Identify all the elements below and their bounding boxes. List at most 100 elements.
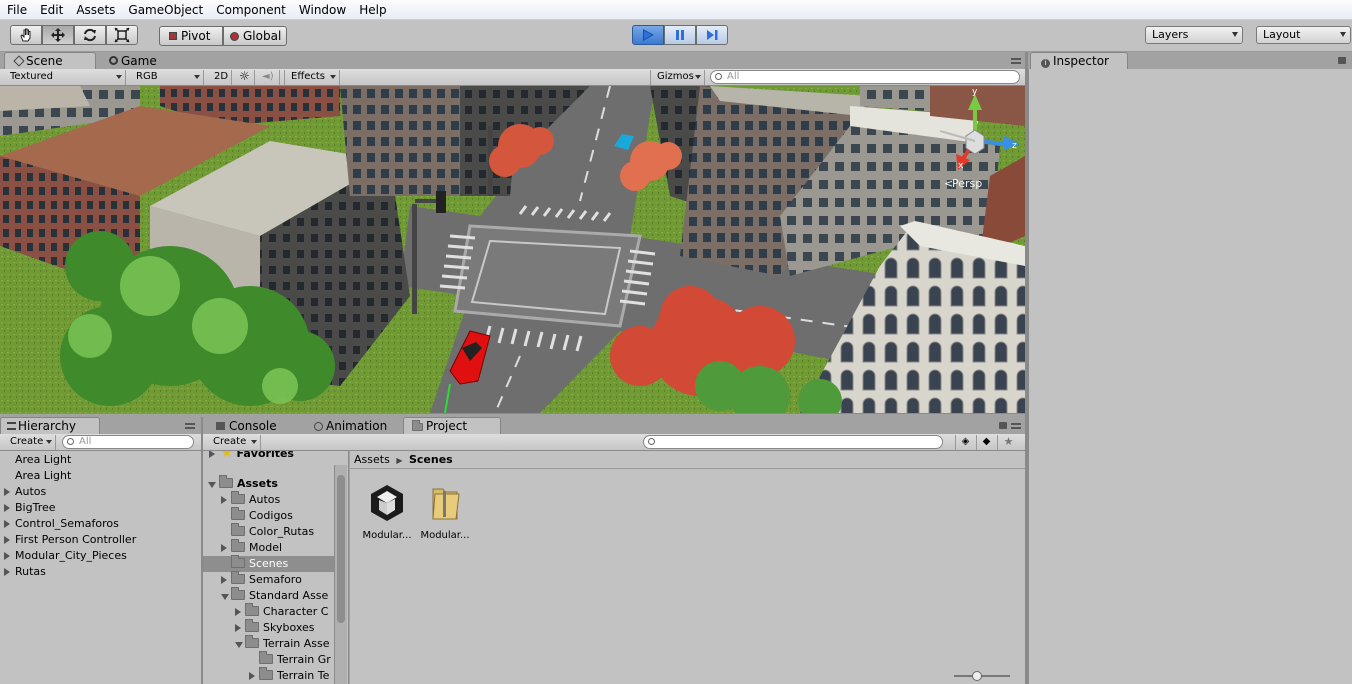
render-mode-dropdown[interactable]: RGB [130,70,204,85]
effects-dropdown[interactable]: Effects [284,70,340,85]
expand-arrow-icon[interactable] [4,552,10,560]
tab-game[interactable]: Game [98,52,190,69]
panel-divider[interactable] [0,413,1025,417]
scene-search-input[interactable]: All [710,70,1020,84]
lock-icon[interactable] [999,422,1007,429]
menu-gameobject[interactable]: GameObject [121,0,209,19]
tab-scene[interactable]: Scene [4,52,96,69]
hierarchy-control-strip: Create All [0,434,201,451]
expand-arrow-icon[interactable] [4,536,10,544]
project-tree-item[interactable]: Standard Asse [203,587,348,604]
layers-dropdown[interactable]: Layers [1145,26,1243,44]
project-tree-label: Model [249,541,283,554]
project-search-input[interactable] [643,435,943,449]
tab-hierarchy[interactable]: Hierarchy [0,417,100,434]
star-icon[interactable]: ★ [997,435,1019,450]
slider-thumb[interactable] [972,671,982,681]
expand-arrow-icon[interactable] [235,642,243,648]
project-tree-item[interactable]: Scenes [203,555,334,572]
favorites-row[interactable]: ★ Favorites [203,451,348,462]
rotate-tool-button[interactable] [74,25,106,45]
pivot-toggle-button[interactable]: Pivot [159,26,223,46]
project-tree-item[interactable]: Autos [203,491,348,508]
audio-toggle[interactable]: ◄) [256,70,280,85]
hierarchy-item[interactable]: Area Light [0,452,201,468]
menu-assets[interactable]: Assets [69,0,121,19]
breadcrumb-scenes[interactable]: Scenes [409,453,453,466]
scene-tab-bar: Scene Game [0,52,1027,69]
pause-button[interactable] [664,25,696,45]
tree-scrollbar[interactable] [334,465,347,684]
panel-menu-icon[interactable] [185,423,195,429]
expand-arrow-icon[interactable] [235,624,241,632]
tag-icon[interactable]: ◆ [976,435,996,450]
expand-arrow-icon[interactable] [221,576,227,584]
hand-tool-button[interactable] [10,25,42,45]
gizmos-dropdown[interactable]: Gizmos [650,70,705,85]
folder-file[interactable]: Modular... [420,481,470,541]
scene-file[interactable]: Modular... [362,481,412,541]
hierarchy-item[interactable]: First Person Controller [0,532,201,548]
hierarchy-item[interactable]: Rutas [0,564,201,580]
project-tree-item[interactable]: Character C [203,603,348,620]
hierarchy-item[interactable]: Modular_City_Pieces [0,548,201,564]
project-tree-item[interactable]: Terrain Te [203,667,348,684]
hierarchy-search-input[interactable]: All [62,435,194,449]
step-button[interactable] [696,25,728,45]
assets-root-row[interactable]: Assets [203,475,348,492]
breadcrumb-assets[interactable]: Assets [354,453,390,466]
expand-arrow-icon[interactable] [4,504,10,512]
lock-icon[interactable] [1338,57,1346,64]
menu-window[interactable]: Window [292,0,352,19]
icon-size-slider[interactable] [954,671,1010,681]
scene-viewport[interactable]: y z x Persp < [0,86,1025,413]
console-icon [216,422,225,430]
expand-arrow-icon[interactable] [221,544,227,552]
tab-console[interactable]: Console [205,417,305,434]
menu-component[interactable]: Component [209,0,292,19]
menu-file[interactable]: File [0,0,33,19]
project-tree-item[interactable]: Codigos [203,507,348,524]
panel-divider[interactable] [201,417,203,684]
tab-animation[interactable]: Animation [305,417,405,434]
lighting-toggle[interactable]: ☼ [233,70,255,85]
tab-project[interactable]: Project [403,417,501,434]
panel-divider[interactable] [1025,52,1028,684]
hierarchy-item[interactable]: BigTree [0,500,201,516]
project-tree-label: Codigos [249,509,293,522]
panel-menu-icon[interactable] [1011,58,1021,64]
expand-arrow-icon[interactable] [4,520,10,528]
layout-dropdown[interactable]: Layout [1256,26,1351,44]
global-toggle-button[interactable]: Global [223,26,287,46]
expand-arrow-icon[interactable] [4,568,10,576]
tab-inspector[interactable]: i Inspector [1030,52,1128,69]
tree-scrollbar-thumb[interactable] [337,475,345,623]
move-tool-button[interactable] [42,25,74,45]
play-button[interactable] [632,25,664,45]
expand-arrow-icon[interactable] [249,672,255,680]
filter-by-type-icon[interactable]: ◈ [955,435,975,450]
hierarchy-item[interactable]: Autos [0,484,201,500]
project-tree-item[interactable]: Model [203,539,348,556]
project-tree-item[interactable]: Semaforo [203,571,348,588]
expand-arrow-icon[interactable] [221,496,227,504]
global-label: Global [243,29,282,43]
project-tree-item[interactable]: Color_Rutas [203,523,348,540]
project-create-dropdown[interactable]: Create [207,435,261,450]
panel-menu-icon[interactable] [1011,423,1021,429]
expand-arrow-icon[interactable] [235,608,241,616]
project-tree-item[interactable]: Terrain Gr [203,651,348,668]
hierarchy-create-dropdown[interactable]: Create [4,435,56,450]
project-tree-item[interactable]: Terrain Asse [203,635,348,652]
menu-edit[interactable]: Edit [33,0,69,19]
project-tree-item[interactable]: Skyboxes [203,619,348,636]
hierarchy-item-label: Rutas [15,565,46,578]
scale-tool-button[interactable] [106,25,138,45]
2d-toggle[interactable]: 2D [208,70,232,85]
menu-help[interactable]: Help [352,0,392,19]
hierarchy-item[interactable]: Area Light [0,468,201,484]
expand-arrow-icon[interactable] [221,594,229,600]
draw-mode-dropdown[interactable]: Textured [4,70,126,85]
hierarchy-item[interactable]: Control_Semaforos [0,516,201,532]
expand-arrow-icon[interactable] [4,488,10,496]
